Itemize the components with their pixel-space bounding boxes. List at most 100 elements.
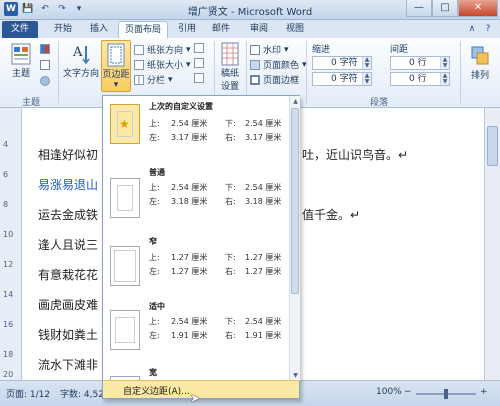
tab-insert[interactable]: 插入 bbox=[84, 21, 114, 38]
title-bar: W 💾 ↶ ↷ ▾ 增广贤文 - Microsoft Word — □ ✕ bbox=[0, 0, 500, 20]
right-label: 右: bbox=[225, 197, 236, 206]
collapse-ribbon-icon[interactable]: ∧ bbox=[466, 23, 478, 35]
spinner-arrows[interactable]: ▲ ▼ bbox=[440, 73, 449, 85]
zoom-in-button[interactable]: + bbox=[480, 387, 488, 397]
document-line[interactable]: 易涨易退山 bbox=[38, 176, 98, 193]
margin-preset-narrow[interactable]: 窄 上: 1.27 厘米 下: 1.27 厘米 左: 1.27 厘米 右: 1.27 厘米 bbox=[103, 228, 289, 298]
indent-right-input[interactable]: 0 字符 ▲ ▼ bbox=[312, 72, 372, 86]
scrollbar-thumb[interactable] bbox=[487, 126, 498, 166]
document-line[interactable]: 有意栽花花 bbox=[38, 266, 98, 283]
margins-icon bbox=[107, 43, 125, 67]
page-color-button[interactable]: 页面颜色 ▾ bbox=[250, 58, 307, 71]
hyphenation-button[interactable] bbox=[194, 73, 204, 83]
bottom-label: 下: bbox=[225, 253, 236, 262]
document-line[interactable]: 相逢好似初 bbox=[38, 146, 98, 163]
margins-button[interactable]: 页边距 ▾ bbox=[101, 40, 131, 92]
size-button[interactable]: 纸张大小 ▾ bbox=[134, 58, 191, 71]
size-dropdown-icon: ▾ bbox=[186, 59, 191, 70]
text-direction-icon: A bbox=[72, 45, 90, 65]
document-line[interactable]: 画虎画皮难 bbox=[38, 296, 98, 313]
scroll-down-icon[interactable]: ▼ bbox=[291, 371, 300, 380]
spacing-before-input[interactable]: 0 行 ▲ ▼ bbox=[390, 56, 450, 70]
bottom-label: 下: bbox=[225, 119, 236, 128]
tab-review[interactable]: 审阅 bbox=[244, 21, 274, 38]
manuscript-icon bbox=[221, 42, 239, 66]
page-border-button[interactable]: 页面边框 bbox=[250, 73, 299, 86]
spacing-after-value: 0 行 bbox=[409, 74, 427, 84]
bottom-value: 2.54 厘米 bbox=[245, 119, 282, 128]
left-label: 左: bbox=[149, 197, 160, 206]
scroll-up-icon[interactable]: ▲ bbox=[291, 97, 300, 106]
minimize-button[interactable]: — bbox=[406, 0, 432, 17]
tab-page-layout[interactable]: 页面布局 bbox=[118, 21, 168, 38]
help-icon[interactable]: ? bbox=[482, 23, 494, 35]
tab-home[interactable]: 开始 bbox=[48, 21, 78, 38]
margin-preview-icon bbox=[110, 178, 140, 218]
menu-scrollbar-thumb[interactable] bbox=[291, 108, 299, 294]
columns-icon bbox=[134, 74, 144, 85]
breaks-button[interactable] bbox=[194, 43, 204, 53]
spinner-arrows[interactable]: ▲ ▼ bbox=[362, 57, 371, 69]
document-line[interactable]: 钱财如粪土 bbox=[38, 326, 98, 343]
right-label: 右: bbox=[225, 267, 236, 276]
margin-preset-moderate[interactable]: 适中 上: 2.54 厘米 下: 2.54 厘米 左: 1.91 厘米 右: 1.91 厘米 bbox=[103, 296, 289, 366]
tab-view[interactable]: 视图 bbox=[280, 21, 310, 38]
menu-scrollbar[interactable]: ▲ ▼ bbox=[289, 96, 300, 381]
document-line[interactable]: 逢人且说三 bbox=[38, 236, 98, 253]
columns-button[interactable]: 分栏 ▾ bbox=[134, 73, 173, 86]
document-line-tail[interactable]: 吐，近山识鸟音。↵ bbox=[302, 146, 408, 163]
indent-left-input[interactable]: 0 字符 ▲ ▼ bbox=[312, 56, 372, 70]
arrange-button[interactable]: 排列 bbox=[464, 44, 496, 81]
left-value: 1.27 厘米 bbox=[171, 267, 208, 276]
orientation-button[interactable]: 纸张方向 ▾ bbox=[134, 43, 191, 56]
theme-fonts-button[interactable] bbox=[40, 60, 50, 70]
text-direction-button[interactable]: A 文字方向 bbox=[62, 42, 100, 79]
margin-preset-normal[interactable]: 普通 上: 2.54 厘米 下: 2.54 厘米 左: 3.18 厘米 右: 3.18 厘米 bbox=[103, 162, 289, 232]
ruler-mark: 16 bbox=[3, 320, 14, 329]
fonts-icon bbox=[40, 60, 50, 70]
manuscript-settings-button[interactable]: 稿纸 设置 bbox=[218, 42, 242, 92]
size-label: 纸张大小 bbox=[147, 61, 184, 71]
margin-preset-wide[interactable]: 宽 bbox=[103, 362, 289, 382]
indent-left-value: 0 字符 bbox=[331, 58, 358, 68]
left-value: 3.17 厘米 bbox=[171, 133, 208, 142]
watermark-button[interactable]: 水印 ▾ bbox=[250, 43, 289, 56]
spinner-arrows[interactable]: ▲ ▼ bbox=[362, 73, 371, 85]
tab-file[interactable]: 文件 bbox=[2, 21, 38, 38]
theme-colors-button[interactable] bbox=[40, 44, 50, 54]
preset-name: 适中 bbox=[149, 302, 165, 311]
spacing-after-input[interactable]: 0 行 ▲ ▼ bbox=[390, 72, 450, 86]
right-label: 右: bbox=[225, 133, 236, 142]
preset-row-left-right: 左: 3.18 厘米 右: 3.18 厘米 bbox=[149, 196, 281, 207]
margin-preset-last-custom[interactable]: ★ 上次的自定义设置 上: 2.54 厘米 下: 2.54 厘米 左: 3.17 厘米右… bbox=[103, 96, 289, 166]
columns-dropdown-icon: ▾ bbox=[168, 74, 173, 85]
preset-row-left-right: 左: 1.27 厘米 右: 1.27 厘米 bbox=[149, 266, 281, 277]
preset-row-top-bottom: 上: 2.54 厘米 下: 2.54 厘米 bbox=[149, 118, 281, 129]
themes-icon bbox=[11, 43, 31, 65]
page-indicator[interactable]: 页面: 1/12 bbox=[6, 387, 50, 400]
mouse-cursor-icon: ➤ bbox=[190, 391, 201, 405]
zoom-out-button[interactable]: − bbox=[404, 387, 412, 397]
ruler-mark: 14 bbox=[3, 290, 14, 299]
custom-margins-item[interactable]: 自定义边距(A)... bbox=[103, 380, 299, 398]
line-numbers-button[interactable] bbox=[194, 58, 204, 68]
document-line-tail[interactable]: 值千金。↵ bbox=[302, 206, 360, 223]
left-value: 3.18 厘米 bbox=[171, 197, 208, 206]
vertical-scrollbar[interactable] bbox=[484, 108, 500, 380]
maximize-button[interactable]: □ bbox=[432, 0, 458, 17]
document-line[interactable]: 运去金成铁 bbox=[38, 206, 98, 223]
document-line[interactable]: 流水下滩非 bbox=[38, 356, 98, 373]
tab-mailings[interactable]: 邮件 bbox=[206, 21, 236, 38]
themes-button[interactable]: 主题 bbox=[6, 42, 36, 79]
spinner-arrows[interactable]: ▲ ▼ bbox=[440, 57, 449, 69]
zoom-slider-thumb[interactable] bbox=[444, 389, 448, 399]
line-numbers-icon bbox=[194, 58, 204, 68]
zoom-level[interactable]: 100% bbox=[376, 387, 402, 397]
tab-references[interactable]: 引用 bbox=[172, 21, 202, 38]
close-button[interactable]: ✕ bbox=[458, 0, 498, 17]
orientation-icon bbox=[134, 44, 144, 55]
ribbon-tabs: 文件 开始 插入 页面布局 引用 邮件 审阅 视图 ∧ ? bbox=[0, 20, 500, 38]
manuscript-label-2: 设置 bbox=[220, 82, 239, 92]
word-count[interactable]: 字数: 4,52 bbox=[60, 387, 104, 400]
theme-effects-button[interactable] bbox=[40, 76, 50, 86]
